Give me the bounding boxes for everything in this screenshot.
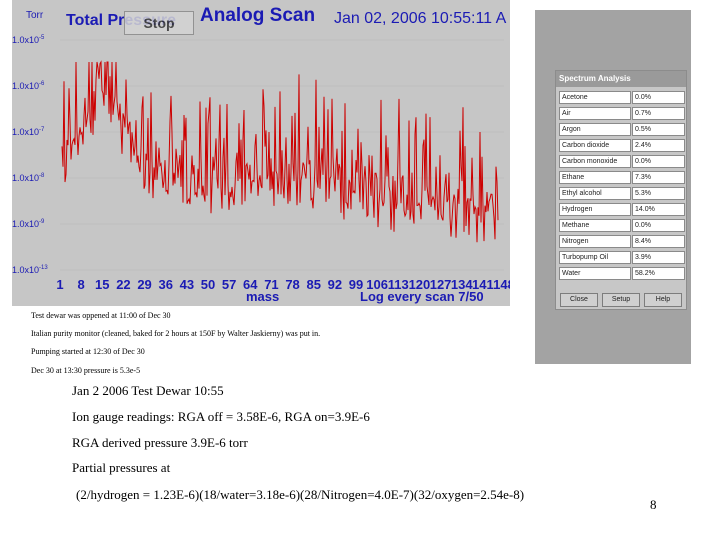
gas-percent: 8.4% [632,235,685,248]
y-tick-label: 1.0x10-9 [12,219,45,229]
y-tick-label: 1.0x10-5 [12,35,45,45]
analysis-row: Acetone 0.0% [559,91,685,104]
gas-percent: 0.7% [632,107,685,120]
gas-percent: 7.3% [632,171,685,184]
analysis-row: Carbon dioxide 2.4% [559,139,685,152]
log-entry: Ion gauge readings: RGA off = 3.58E-6, R… [72,409,370,424]
gas-percent: 0.0% [632,219,685,232]
partial-pressures-line: (2/hydrogen = 1.23E-6)(18/water=3.18e-6)… [76,487,525,502]
stop-button[interactable]: Stop [124,11,194,35]
analysis-row: Turbopump Oil 3.9% [559,251,685,264]
analog-scan-panel: 1.0x10-5 1.0x10-6 1.0x10-7 1.0x10-8 1.0x10-9… [12,0,510,306]
gas-name: Turbopump Oil [559,251,631,264]
pressure-unit-label: Torr [26,10,44,21]
x-tick-label: 43 [180,277,194,292]
spectrum-analysis-title: Spectrum Analysis [556,71,686,87]
y-axis-ticks: 1.0x10-5 1.0x10-6 1.0x10-7 1.0x10-8 1.0x10-9… [12,35,48,275]
x-tick-label: 78 [285,277,299,292]
gas-percent: 3.9% [632,251,685,264]
gas-name: Water [559,267,631,280]
help-button[interactable]: Help [644,293,682,307]
log-entry: Jan 2 2006 Test Dewar 10:55 [72,383,224,398]
x-tick-label: 36 [158,277,172,292]
note-line: Dec 30 at 13:30 pressure is 5.3e-5 [31,366,141,375]
x-tick-label: 85 [306,277,320,292]
x-tick-label: 148 [493,277,510,292]
analysis-row: Methane 0.0% [559,219,685,232]
gas-percent: 14.0% [632,203,685,216]
y-tick-label: 1.0x10-7 [12,127,45,137]
gas-name: Argon [559,123,631,136]
gas-percent: 0.0% [632,91,685,104]
x-axis-title: mass [246,289,280,304]
gas-name: Hydrogen [559,203,631,216]
scan-datetime: Jan 02, 2006 10:55:11 A [334,10,507,27]
x-tick-label: 57 [222,277,236,292]
gas-percent: 5.3% [632,187,685,200]
y-tick-label: 1.0x10-6 [12,81,45,91]
analysis-row: Water 58.2% [559,267,685,280]
analysis-row: Air 0.7% [559,107,685,120]
log-entry: RGA derived pressure 3.9E-6 torr [72,435,248,450]
close-button[interactable]: Close [560,293,598,307]
analysis-row: Ethyl alcohol 5.3% [559,187,685,200]
scan-title: Analog Scan [200,5,316,26]
log-status-text: Log every scan 7/50 [360,289,484,304]
gas-percent: 58.2% [632,267,685,280]
x-tick-label: 92 [328,277,342,292]
gas-name: Nitrogen [559,235,631,248]
note-line: Italian purity monitor (cleaned, baked f… [31,329,321,338]
gas-name: Methane [559,219,631,232]
gas-percent: 2.4% [632,139,685,152]
y-tick-label: 1.0x10-13 [12,265,48,275]
spectrum-analysis-panel: Spectrum Analysis Acetone 0.0% Air 0.7% Ar… [535,10,691,364]
y-tick-label: 1.0x10-8 [12,173,45,183]
analysis-row: Nitrogen 8.4% [559,235,685,248]
x-tick-label: 29 [137,277,151,292]
gas-percent: 0.0% [632,155,685,168]
x-tick-label: 22 [116,277,130,292]
note-line: Pumping started at 12:30 of Dec 30 [31,347,145,356]
gas-name: Acetone [559,91,631,104]
x-tick-label: 50 [201,277,215,292]
page-number: 8 [650,497,657,512]
gas-name: Ethane [559,171,631,184]
spectrum-trace [61,60,499,243]
gas-name: Carbon monoxide [559,155,631,168]
x-tick-label: 8 [78,277,85,292]
gas-name: Carbon dioxide [559,139,631,152]
log-entry: Partial pressures at [72,460,171,475]
gas-name: Ethyl alcohol [559,187,631,200]
analysis-row: Hydrogen 14.0% [559,203,685,216]
gas-percent: 0.5% [632,123,685,136]
gas-name: Air [559,107,631,120]
analysis-row: Argon 0.5% [559,123,685,136]
analysis-row: Ethane 7.3% [559,171,685,184]
setup-button[interactable]: Setup [602,293,640,307]
note-line: Test dewar was oppened at 11:00 of Dec 3… [31,311,171,320]
x-tick-label: 1 [56,277,63,292]
scan-plot: 1.0x10-5 1.0x10-6 1.0x10-7 1.0x10-8 1.0x10-9… [12,35,510,292]
x-tick-label: 15 [95,277,109,292]
analysis-row: Carbon monoxide 0.0% [559,155,685,168]
spectrum-analysis-window: Spectrum Analysis Acetone 0.0% Air 0.7% Ar… [555,70,687,310]
